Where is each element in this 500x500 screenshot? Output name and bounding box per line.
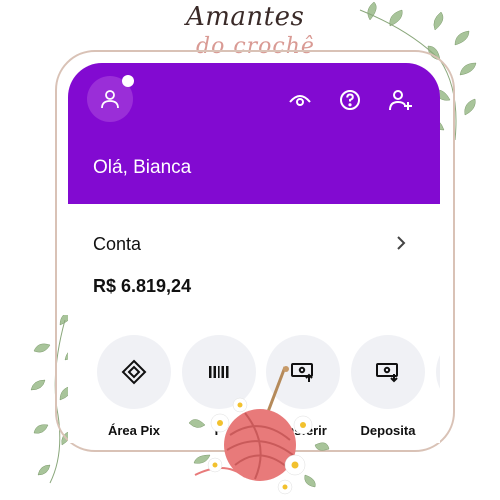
profile-icon [101,90,119,109]
account-label: Conta [93,234,142,254]
pix-icon [121,359,147,385]
action-deposit-circle[interactable] [351,335,425,409]
action-more[interactable] [436,335,440,409]
action-pix-label: Área Pix [107,423,161,438]
hide-balance-button[interactable] [287,87,313,113]
action-more-circle[interactable] [436,335,440,409]
account-balance: R$ 6.819,24 [93,276,192,296]
help-icon [340,90,360,110]
invite-friends-button[interactable] [388,87,414,113]
action-deposit-label: Deposita [360,423,416,438]
deposit-icon [376,363,398,383]
watermark-title: Amantes [186,2,305,32]
action-pix-circle[interactable] [97,335,171,409]
eye-icon [289,95,311,106]
yarn-ball-decoration [188,366,330,495]
add-user-icon [389,90,412,111]
help-button[interactable] [337,87,363,113]
app-header: Olá, Bianca [68,63,440,204]
action-pix[interactable]: Área Pix [97,335,171,438]
notification-dot [122,75,134,87]
greeting-text: Olá, Bianca [93,157,192,178]
chevron-right-icon [397,236,406,250]
account-section-link[interactable]: Conta [68,228,440,264]
action-deposit[interactable]: Deposita [351,335,425,438]
